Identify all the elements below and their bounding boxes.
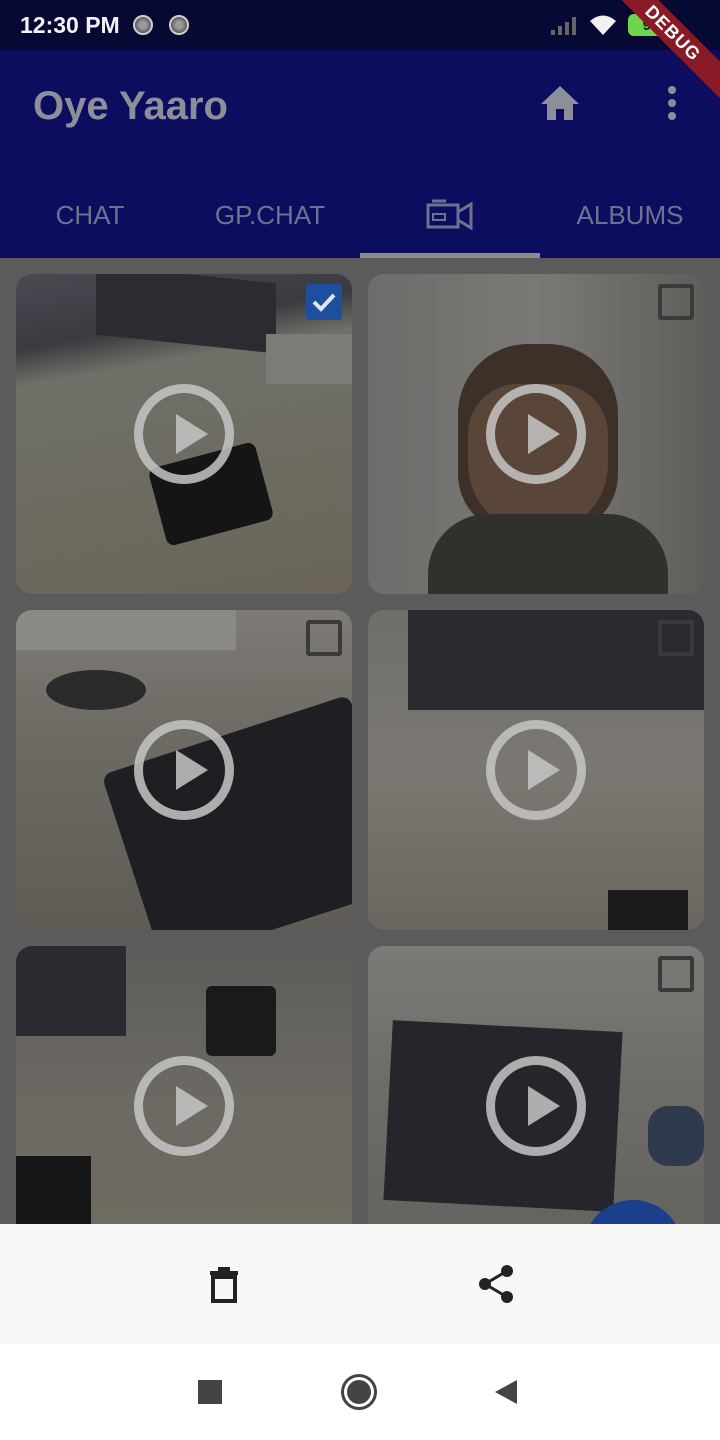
selection-action-bar [0, 1224, 720, 1344]
video-thumbnail[interactable] [16, 610, 352, 930]
video-camera-icon [426, 199, 473, 231]
home-button[interactable] [537, 80, 583, 126]
video-thumbnail[interactable] [368, 946, 704, 1224]
back-button[interactable] [480, 1366, 532, 1418]
app-bar: Oye Yaaro CHAT GP.CHAT ALBUMS [0, 50, 720, 258]
play-icon [134, 384, 234, 484]
tab-chat[interactable]: CHAT [0, 172, 180, 258]
selection-checkbox[interactable] [306, 284, 342, 320]
play-icon [486, 720, 586, 820]
share-icon [479, 1265, 513, 1303]
share-button[interactable] [466, 1254, 526, 1314]
tab-group-chat[interactable]: GP.CHAT [180, 172, 360, 258]
video-thumbnail[interactable] [16, 946, 352, 1224]
recents-square-icon [198, 1380, 222, 1404]
selection-checkbox[interactable] [306, 620, 342, 656]
selection-checkbox[interactable] [658, 956, 694, 992]
app-title: Oye Yaaro [33, 84, 228, 128]
home-nav-button[interactable] [333, 1366, 385, 1418]
trash-icon [210, 1267, 238, 1303]
play-icon [486, 384, 586, 484]
video-thumbnail[interactable] [368, 610, 704, 930]
status-bar: 12:30 PM 91 [0, 0, 720, 50]
play-icon [486, 1056, 586, 1156]
status-time: 12:30 PM [20, 12, 120, 38]
home-circle-icon [341, 1374, 377, 1410]
play-icon [134, 720, 234, 820]
selection-checkbox[interactable] [658, 284, 694, 320]
home-icon [541, 86, 579, 120]
back-triangle-icon [495, 1380, 517, 1404]
tab-bar: CHAT GP.CHAT ALBUMS [0, 172, 720, 258]
check-icon [312, 293, 336, 312]
more-options-button[interactable] [652, 80, 692, 126]
more-vert-icon [668, 86, 676, 120]
recents-button[interactable] [184, 1366, 236, 1418]
notification-icon [133, 15, 153, 35]
video-thumbnail[interactable] [16, 274, 352, 594]
wifi-icon [590, 15, 616, 35]
tab-albums[interactable]: ALBUMS [540, 172, 720, 258]
signal-icon [551, 17, 576, 35]
play-icon [134, 1056, 234, 1156]
tab-videos[interactable] [360, 172, 540, 258]
notification-icon [169, 15, 189, 35]
video-thumbnail[interactable] [368, 274, 704, 594]
selection-checkbox[interactable] [658, 620, 694, 656]
delete-button[interactable] [194, 1254, 254, 1314]
video-grid [0, 258, 720, 1224]
